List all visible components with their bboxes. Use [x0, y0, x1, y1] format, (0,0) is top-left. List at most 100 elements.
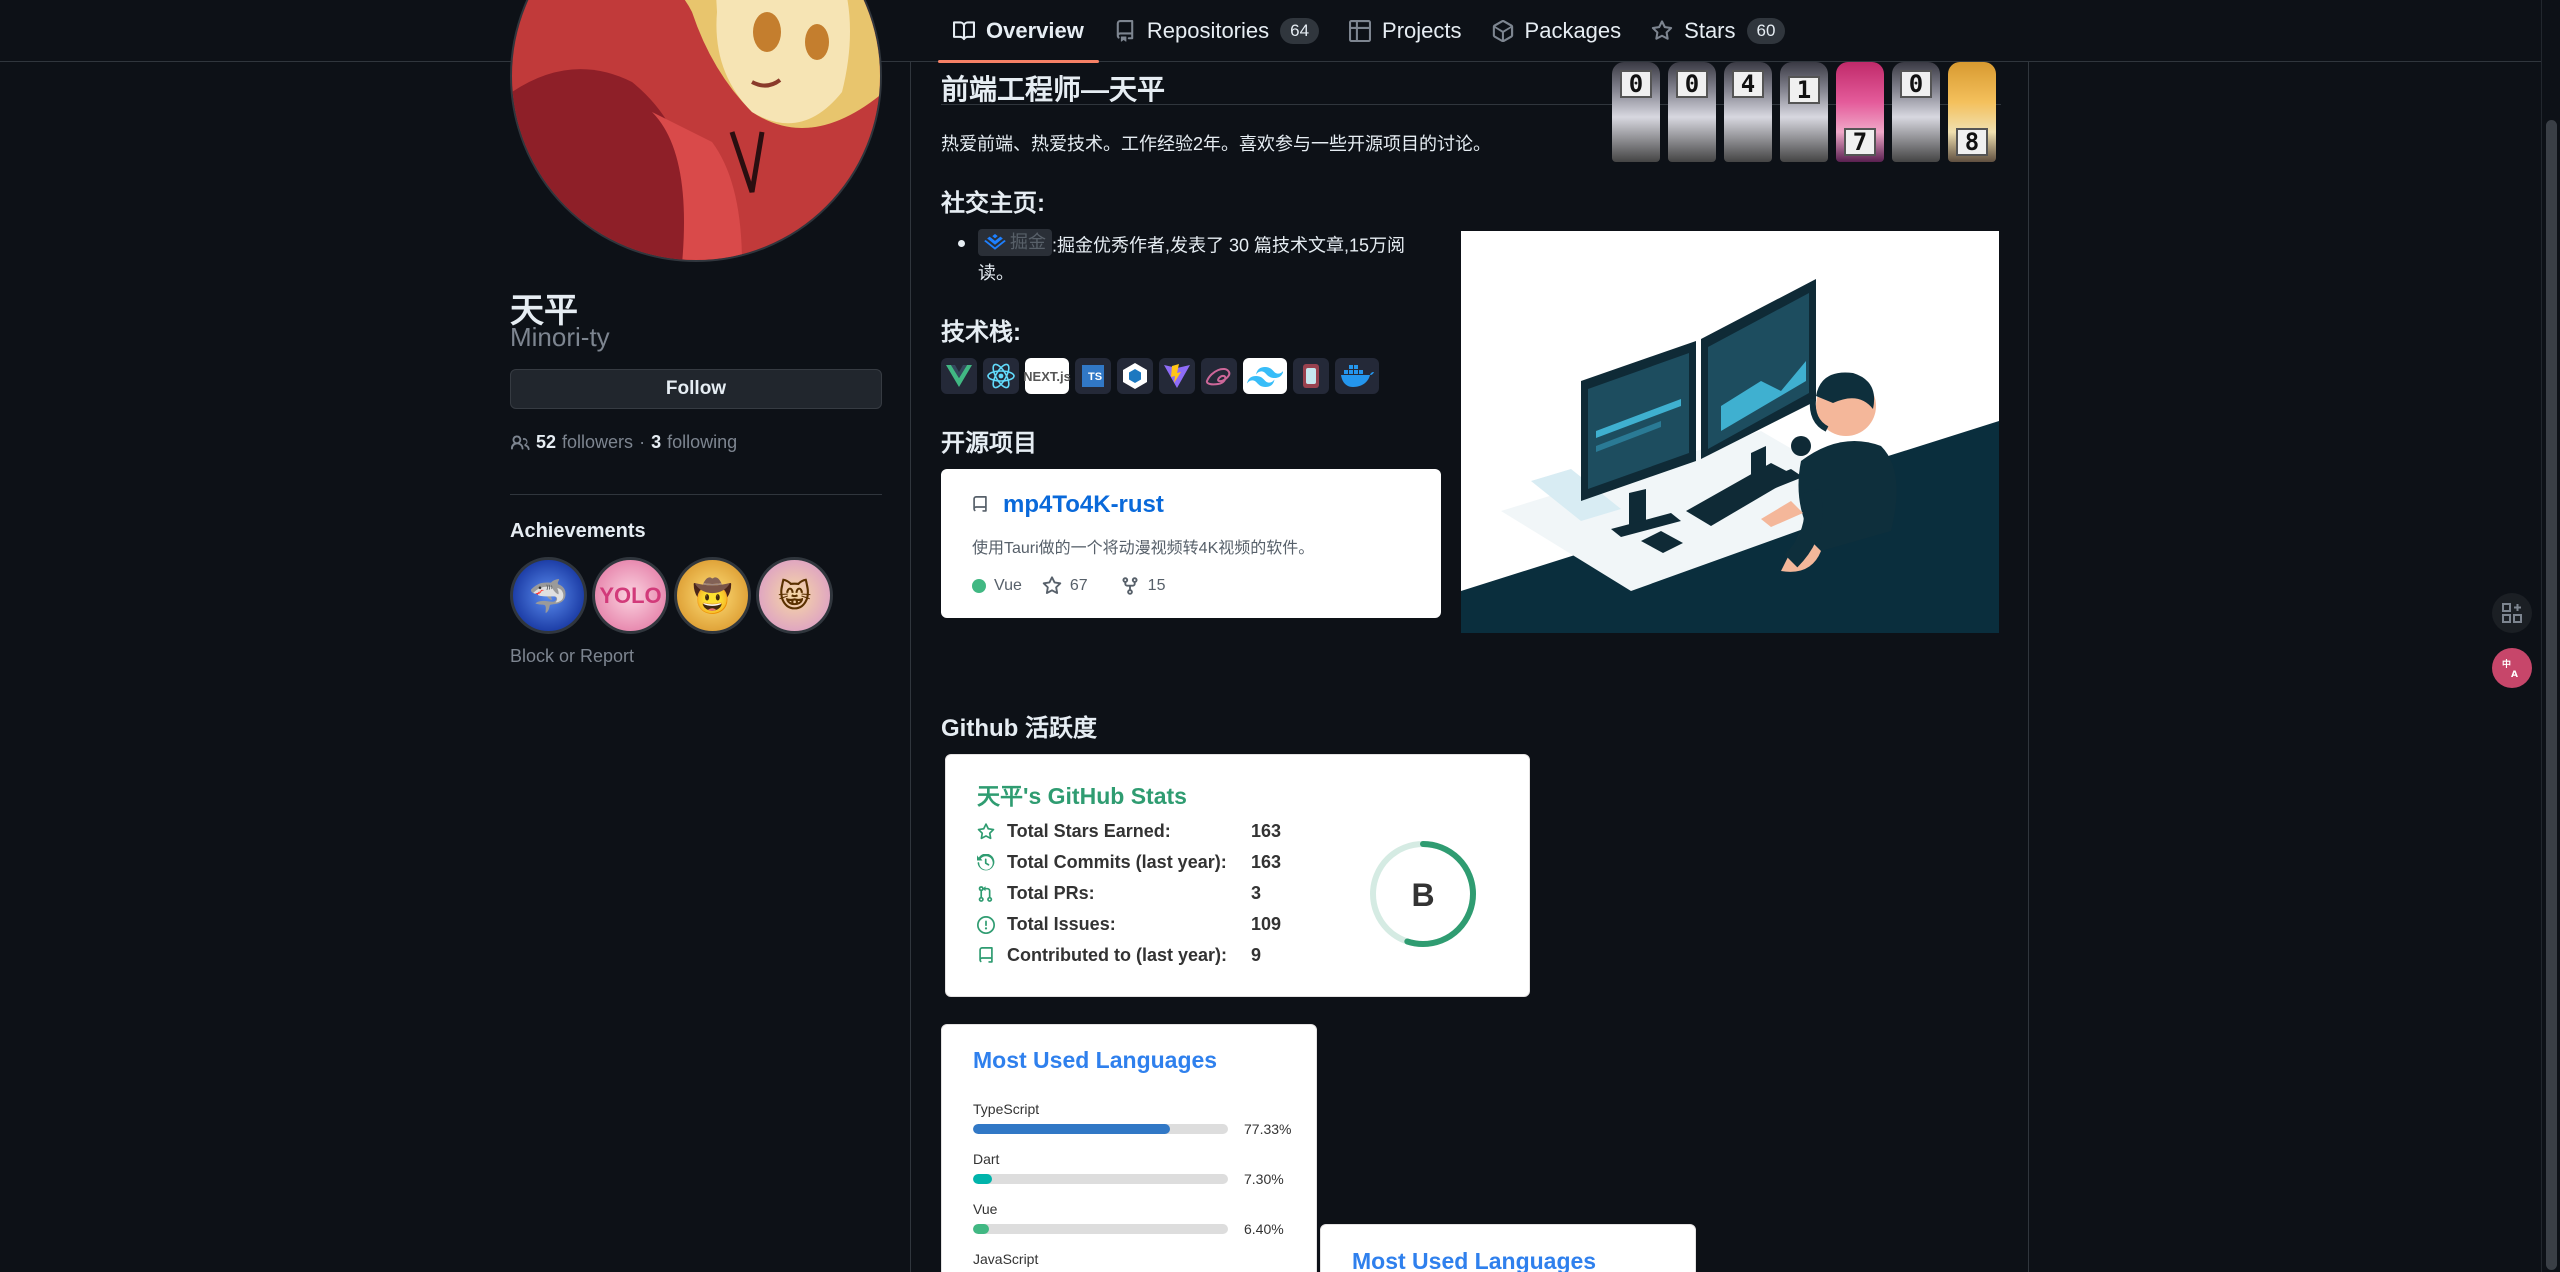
docker-icon — [1335, 358, 1379, 394]
social-list-item: 掘金 :掘金优秀作者,发表了 30 篇技术文章,15万阅读。 — [958, 229, 1438, 287]
achievements-title[interactable]: Achievements — [510, 520, 646, 543]
stats-value: 9 — [1251, 945, 1262, 965]
language-bar-fill — [973, 1124, 1171, 1134]
scrollbar-thumb[interactable] — [2546, 120, 2557, 1270]
book-icon — [953, 21, 975, 41]
typescript-icon-label: TS — [1082, 365, 1104, 387]
page-scrollbar[interactable] — [2541, 0, 2560, 1272]
achievement-quickdraw-icon[interactable]: 😸 — [756, 557, 833, 634]
table-icon — [1349, 20, 1372, 42]
repo-name-link[interactable]: mp4To4K-rust — [1003, 491, 1164, 519]
tab-repositories-label: Repositories — [1146, 18, 1270, 43]
following-link[interactable]: following — [667, 432, 737, 453]
achievement-yolo-icon[interactable]: YOLO — [592, 557, 669, 634]
language-color-dot — [972, 579, 986, 593]
pull-request-icon — [978, 885, 993, 902]
tab-stars[interactable]: Stars 60 — [1636, 0, 1800, 62]
language-percent: 77.33% — [1244, 1121, 1292, 1137]
opensource-heading: 开源项目 — [941, 430, 1037, 457]
stats-value: 109 — [1251, 914, 1282, 934]
block-or-report-link[interactable]: Block or Report — [510, 646, 634, 667]
stack-heading: 技术栈: — [941, 319, 1021, 346]
tab-packages-label: Packages — [1524, 18, 1622, 43]
stats-row: Total Issues: 109 — [977, 914, 1281, 935]
people-icon — [510, 434, 530, 450]
vue-icon — [941, 358, 977, 394]
language-percent: 7.30% — [1244, 1171, 1284, 1187]
language-name: Vue — [973, 1201, 998, 1217]
achievement-pull-shark-icon[interactable]: 🦈 — [510, 557, 587, 634]
repo-forks-count[interactable]: 15 — [1148, 577, 1166, 595]
column-divider — [910, 62, 911, 1272]
tab-repositories[interactable]: Repositories 64 — [1099, 0, 1334, 62]
language-item: Dart 7.30% — [973, 1151, 1293, 1187]
stars-count-badge: 60 — [1746, 18, 1786, 44]
language-name: Dart — [973, 1151, 1000, 1167]
tab-list: Overview Repositories 64 Projects Packag… — [938, 0, 1800, 63]
avatar[interactable] — [510, 0, 882, 262]
developer-illustration — [1461, 231, 1999, 633]
counter-digit: 7 — [1844, 128, 1876, 156]
rank-ring: B — [1370, 841, 1476, 947]
most-used-languages-card-compact[interactable]: Most Used Languages — [1320, 1224, 1696, 1272]
language-name: JavaScript — [973, 1251, 1039, 1267]
star-icon — [1042, 576, 1062, 594]
language-bar-fill — [973, 1224, 990, 1234]
languages-title: Most Used Languages — [1352, 1248, 1597, 1272]
tab-stars-label: Stars — [1684, 18, 1736, 43]
pinned-repo-card[interactable]: mp4To4K-rust 使用Tauri做的一个将动漫视频转4K视频的软件。 V… — [941, 469, 1441, 618]
social-heading: 社交主页: — [941, 190, 1045, 217]
svg-text:A: A — [2511, 670, 2518, 680]
star-icon — [977, 822, 995, 839]
language-item: TypeScript 77.33% — [973, 1101, 1293, 1137]
separator-dot: · — [639, 432, 646, 452]
juejin-badge[interactable]: 掘金 — [978, 229, 1052, 256]
stats-value: 163 — [1251, 821, 1282, 841]
tab-overview[interactable]: Overview — [938, 0, 1099, 63]
stats-row: Contributed to (last year): 9 — [977, 945, 1261, 966]
translate-icon[interactable]: 中A — [2492, 648, 2532, 688]
tab-projects-label: Projects — [1382, 18, 1462, 43]
tech-stack-icons: NEXT.js TS — [941, 358, 1379, 394]
social-item-text: 掘金 :掘金优秀作者,发表了 30 篇技术文章,15万阅读。 — [978, 229, 1438, 287]
juejin-label: 掘金 — [1010, 232, 1046, 252]
fork-icon — [1122, 577, 1138, 595]
stats-label: Contributed to (last year): — [1007, 945, 1228, 965]
profile-tab-nav: Overview Repositories 64 Projects Packag… — [0, 0, 2560, 63]
followers-link[interactable]: followers — [562, 432, 633, 453]
tailwind-icon — [1243, 358, 1287, 394]
counter-figure: 7 — [1836, 62, 1884, 162]
follow-button[interactable]: Follow — [510, 369, 882, 409]
follow-stats: 52 followers · 3 following — [510, 432, 737, 453]
apps-grid-icon[interactable] — [2492, 593, 2532, 633]
repo-title: mp4To4K-rust — [971, 491, 1164, 519]
sidebar-divider — [510, 494, 882, 495]
stats-value: 163 — [1251, 852, 1282, 872]
counter-digit: 0 — [1620, 70, 1652, 98]
counter-figure: 0 — [1612, 62, 1660, 162]
nextjs-icon: NEXT.js — [1023, 358, 1071, 394]
stats-label: Total Issues: — [1007, 914, 1116, 934]
column-divider-right — [2028, 62, 2029, 1272]
rank-letter: B — [1411, 877, 1434, 913]
typescript-icon: TS — [1075, 358, 1111, 394]
followers-count[interactable]: 52 — [536, 432, 556, 453]
tab-packages[interactable]: Packages — [1477, 0, 1637, 62]
stats-row: Total Stars Earned: 163 — [977, 821, 1281, 842]
achievement-starstruck-icon[interactable]: 🤠 — [674, 557, 751, 634]
counter-digit: 0 — [1676, 70, 1708, 98]
tab-projects[interactable]: Projects — [1334, 0, 1476, 62]
language-item: Vue 6.40% — [973, 1201, 1293, 1237]
counter-digit: 1 — [1788, 76, 1820, 104]
following-count[interactable]: 3 — [651, 432, 661, 453]
avatar-illustration — [512, 0, 880, 260]
repo-icon — [973, 496, 987, 512]
profile-login: Minori-ty — [510, 322, 610, 352]
history-icon — [977, 853, 995, 870]
activity-heading: Github 活跃度 — [941, 715, 1097, 742]
github-stats-card[interactable]: 天平's GitHub Stats Total Stars Earned: 16… — [945, 754, 1530, 997]
repo-stars-count[interactable]: 67 — [1070, 577, 1088, 595]
stats-value: 3 — [1251, 883, 1262, 903]
counter-figure: 0 — [1892, 62, 1940, 162]
most-used-languages-card[interactable]: Most Used Languages TypeScript 77.33% Da… — [941, 1024, 1317, 1272]
